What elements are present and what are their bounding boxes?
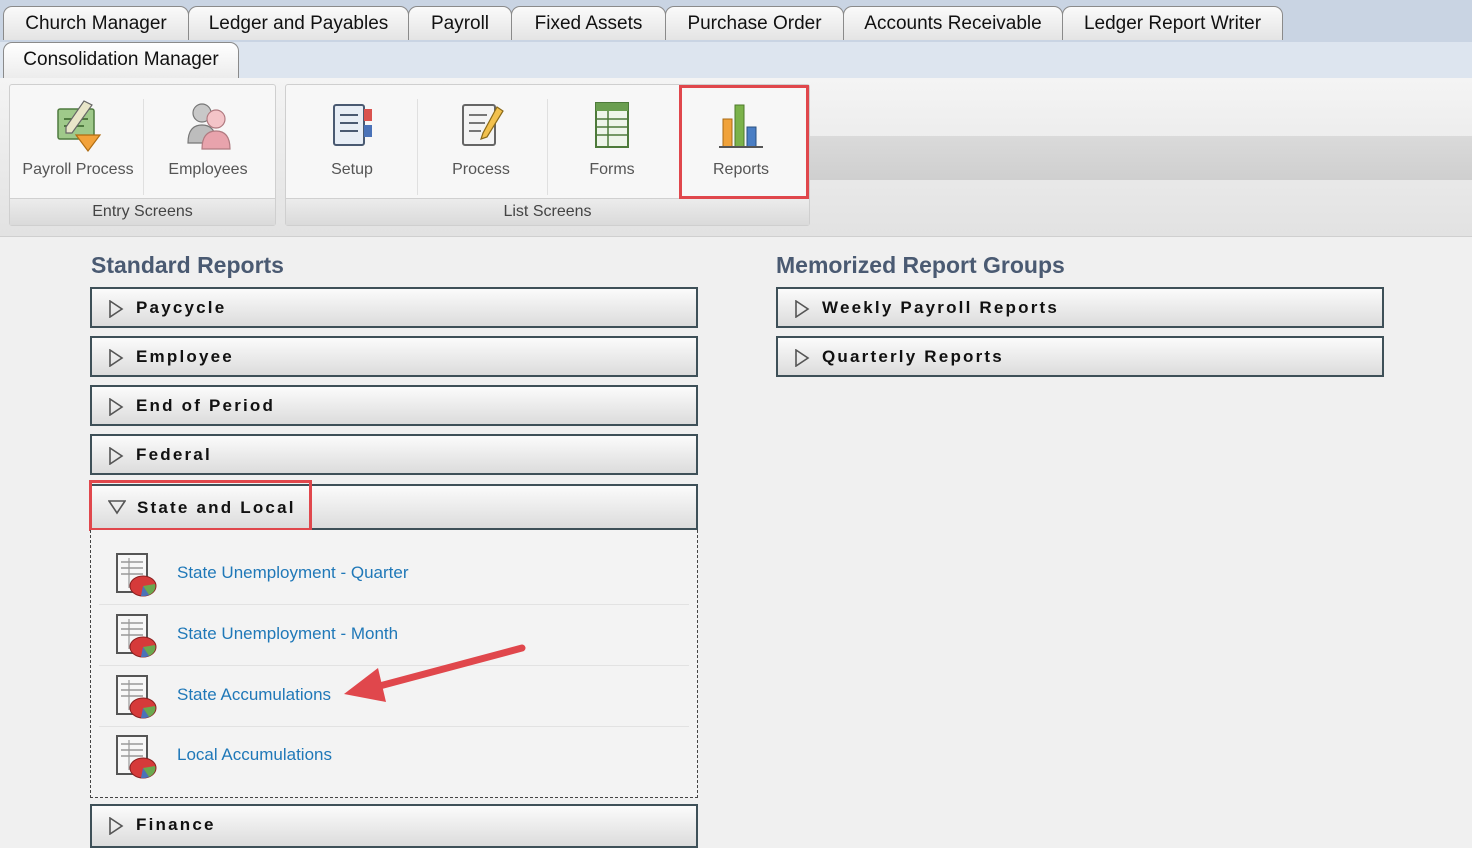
accordion-label: Quarterly Reports (822, 347, 1004, 366)
employees-label: Employees (168, 161, 248, 178)
list-screens-group: Setup Process Forms Reports List Screens (285, 84, 810, 226)
reports-icon (719, 104, 763, 148)
report-icon (116, 675, 157, 719)
tab-ledger-and-payables[interactable]: Ledger and Payables (188, 6, 409, 40)
setup-icon (333, 104, 372, 146)
expand-triangle-icon (109, 349, 124, 367)
accordion-weekly-payroll-reports[interactable]: Weekly Payroll Reports (776, 287, 1384, 328)
setup-label: Setup (331, 161, 373, 178)
tab-ledger-report-writer[interactable]: Ledger Report Writer (1062, 6, 1283, 40)
reports-button[interactable]: Reports (677, 91, 805, 197)
accordion-label: Paycycle (136, 298, 227, 317)
payroll-process-icon (57, 100, 102, 152)
report-link[interactable]: State Unemployment - Quarter (177, 563, 408, 583)
state-and-local-report-list: State Unemployment - Quarter State Unemp… (90, 530, 698, 798)
list-screens-label: List Screens (286, 198, 809, 225)
expand-triangle-icon (795, 300, 810, 318)
report-link[interactable]: Local Accumulations (177, 745, 332, 765)
payroll-process-label: Payroll Process (22, 161, 134, 178)
process-icon (462, 104, 504, 146)
accordion-label: Finance (136, 815, 216, 834)
accordion-label: Weekly Payroll Reports (822, 298, 1060, 317)
accordion-employee[interactable]: Employee (90, 336, 698, 377)
entry-screens-label: Entry Screens (10, 198, 275, 225)
accordion-state-and-local[interactable]: State and Local (90, 484, 698, 530)
entry-screens-group: Payroll Process Employees Entry Screens (9, 84, 276, 226)
tab-accounts-receivable[interactable]: Accounts Receivable (843, 6, 1063, 40)
report-item-local-accumulations[interactable]: Local Accumulations (99, 726, 689, 786)
report-link[interactable]: State Unemployment - Month (177, 624, 398, 644)
report-link[interactable]: State Accumulations (177, 685, 331, 705)
report-icon (116, 553, 157, 597)
expand-triangle-icon (109, 398, 124, 416)
accordion-quarterly-reports[interactable]: Quarterly Reports (776, 336, 1384, 377)
report-icon (116, 735, 157, 779)
forms-button[interactable]: Forms (548, 91, 676, 197)
expand-triangle-icon (109, 300, 124, 318)
employees-button[interactable]: Employees (144, 91, 272, 197)
forms-label: Forms (589, 161, 635, 178)
payroll-process-button[interactable]: Payroll Process (14, 91, 142, 197)
accordion-end-of-period[interactable]: End of Period (90, 385, 698, 426)
expand-triangle-icon (109, 817, 124, 835)
report-item-state-unemployment-quarter[interactable]: State Unemployment - Quarter (99, 544, 689, 605)
report-item-state-accumulations[interactable]: State Accumulations (99, 666, 689, 727)
process-label: Process (452, 161, 510, 178)
standard-reports-title: Standard Reports (91, 252, 284, 278)
ribbon-toolbar: Payroll Process Employees Entry Screens (0, 78, 1472, 237)
toolbar-band (810, 136, 1472, 180)
tab-purchase-order[interactable]: Purchase Order (665, 6, 844, 40)
memorized-report-groups-title: Memorized Report Groups (776, 252, 1065, 278)
expand-triangle-icon (109, 447, 124, 465)
accordion-label: End of Period (136, 396, 276, 415)
employees-icon (187, 103, 231, 150)
tab-consolidation-manager[interactable]: Consolidation Manager (3, 42, 239, 78)
accordion-finance[interactable]: Finance (90, 804, 698, 848)
tab-church-manager[interactable]: Church Manager (3, 6, 189, 40)
accordion-label: Employee (136, 347, 234, 366)
accordion-label: Federal (136, 445, 212, 464)
reports-label: Reports (712, 161, 770, 178)
module-tab-strip: Church Manager Ledger and Payables Payro… (0, 0, 1472, 78)
report-icon (116, 614, 157, 658)
accordion-federal[interactable]: Federal (90, 434, 698, 475)
tab-fixed-assets[interactable]: Fixed Assets (511, 6, 666, 40)
report-item-state-unemployment-month[interactable]: State Unemployment - Month (99, 605, 689, 666)
forms-icon (595, 102, 629, 148)
setup-button[interactable]: Setup (288, 91, 416, 197)
process-button[interactable]: Process (417, 91, 545, 197)
collapse-triangle-icon (108, 500, 126, 515)
expand-triangle-icon (795, 349, 810, 367)
tab-payroll[interactable]: Payroll (408, 6, 512, 40)
accordion-paycycle[interactable]: Paycycle (90, 287, 698, 328)
accordion-label: State and Local (137, 498, 296, 517)
